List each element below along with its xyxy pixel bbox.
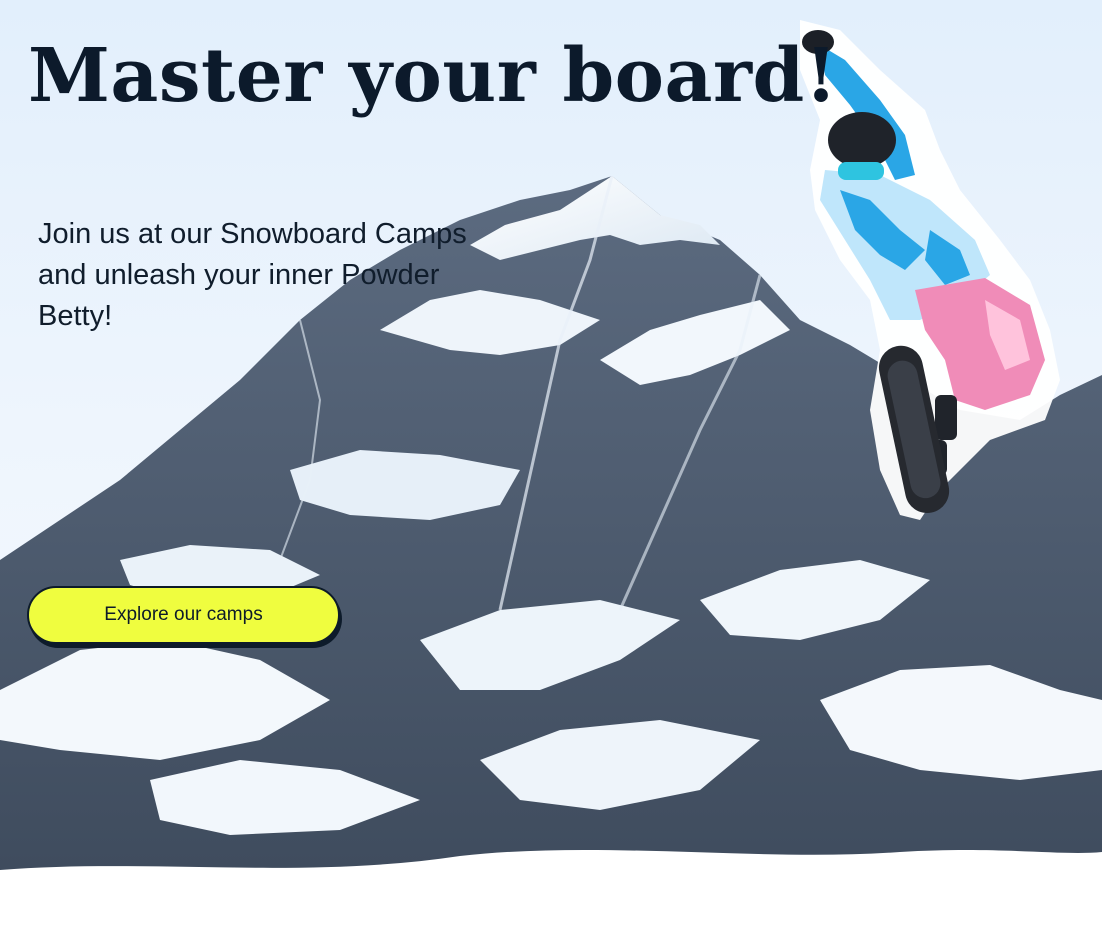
page-title: Master your board! (28, 33, 838, 119)
hero-tagline: Join us at our Snowboard Camps and unlea… (38, 218, 467, 332)
hero-background-illustration (0, 20, 1102, 950)
explore-camps-button[interactable]: Explore our camps (27, 586, 340, 644)
hero-section: Master your board! Join us at our Snowbo… (0, 0, 1102, 950)
